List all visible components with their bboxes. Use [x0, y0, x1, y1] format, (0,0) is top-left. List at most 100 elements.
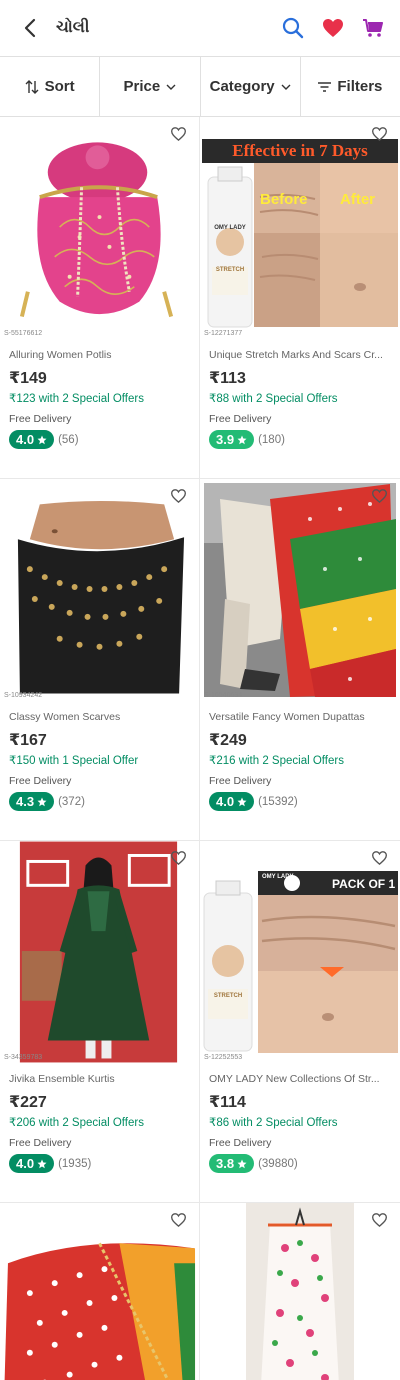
bottle-label: STRETCH — [213, 993, 243, 999]
special-offer: ₹216 with 2 Special Offers — [209, 755, 344, 767]
brand-logo-label: OMY LADY — [262, 874, 294, 880]
product-image: S-34359783 — [0, 841, 199, 1063]
wishlist-heart-outline-icon[interactable] — [170, 127, 187, 143]
rating-badge: 4.0 — [9, 1154, 55, 1173]
promo-banner: Effective in 7 Days — [232, 141, 368, 160]
product-card[interactable]: OMY LADY PACK OF 1 STRETCH S-12252553 OM… — [200, 841, 400, 1203]
product-price: ₹249 — [209, 732, 247, 749]
star-icon — [237, 1159, 247, 1168]
brand-label: OMY LADY — [214, 225, 246, 231]
star-icon — [37, 435, 47, 444]
product-card[interactable]: S-55176612 Alluring Women Potlis ₹149 ₹1… — [0, 117, 200, 479]
catalog-id: S-55176612 — [4, 330, 43, 337]
price-label: Price — [123, 78, 161, 95]
special-offer: ₹206 with 2 Special Offers — [9, 1117, 144, 1129]
after-label: After — [340, 191, 376, 208]
delivery-info: Free Delivery — [9, 775, 72, 787]
page-title: ચોલી — [56, 19, 90, 36]
catalog-id: S-10934242 — [4, 692, 43, 699]
product-card[interactable] — [200, 1203, 400, 1380]
special-offer: ₹150 with 1 Special Offer — [9, 755, 139, 767]
rating-value: 4.0 — [16, 1156, 35, 1171]
wishlist-heart-outline-icon[interactable] — [170, 851, 187, 867]
product-image: Effective in 7 Days Before After OMY LAD… — [200, 117, 400, 339]
product-card[interactable]: S-34359783 Jivika Ensemble Kurtis ₹227 ₹… — [0, 841, 200, 1203]
special-offer: ₹88 with 2 Special Offers — [209, 393, 338, 405]
rating-value: 4.0 — [16, 432, 35, 447]
search-icon[interactable] — [282, 17, 304, 39]
wishlist-heart-outline-icon[interactable] — [371, 1213, 388, 1229]
delivery-info: Free Delivery — [9, 413, 72, 425]
star-icon — [37, 797, 47, 806]
rating-value: 3.9 — [216, 432, 235, 447]
catalog-id: S-16540634 — [204, 692, 243, 699]
category-filter-button[interactable]: Category — [201, 57, 301, 116]
product-grid: S-55176612 Alluring Women Potlis ₹149 ₹1… — [0, 117, 400, 1380]
delivery-info: Free Delivery — [209, 413, 272, 425]
sort-arrows-icon — [25, 79, 39, 94]
bottle-label: STRETCH — [215, 267, 245, 273]
special-offer: ₹86 with 2 Special Offers — [209, 1117, 338, 1129]
product-card[interactable]: Effective in 7 Days Before After OMY LAD… — [200, 117, 400, 479]
rating-badge: 4.3 — [9, 792, 55, 811]
rating-value: 4.0 — [216, 794, 235, 809]
product-name: OMY LADY New Collections Of Str... — [209, 1073, 380, 1085]
filter-bar: Sort Price Category Filters — [0, 57, 400, 117]
product-image: S-55176612 — [0, 117, 199, 339]
filters-button[interactable]: Filters — [301, 57, 400, 116]
product-name: Unique Stretch Marks And Scars Cr... — [209, 349, 383, 361]
rating-badge: 3.9 — [209, 430, 255, 449]
before-label: Before — [260, 191, 308, 208]
product-price: ₹114 — [209, 1094, 246, 1111]
rating-badge: 3.8 — [209, 1154, 255, 1173]
wishlist-heart-outline-icon[interactable] — [371, 489, 388, 505]
wishlist-heart-outline-icon[interactable] — [371, 127, 388, 143]
product-name: Jivika Ensemble Kurtis — [9, 1073, 115, 1085]
delivery-info: Free Delivery — [209, 775, 272, 787]
top-header: ચોલી — [0, 0, 400, 57]
product-card[interactable]: S-10934242 Classy Women Scarves ₹167 ₹15… — [0, 479, 200, 841]
catalog-id: S-34359783 — [4, 1054, 43, 1061]
product-name: Classy Women Scarves — [9, 711, 121, 723]
wishlist-heart-icon[interactable] — [322, 17, 344, 39]
wishlist-heart-outline-icon[interactable] — [170, 489, 187, 505]
product-price: ₹113 — [209, 370, 246, 387]
product-price: ₹167 — [9, 732, 47, 749]
pack-label: PACK OF 1 — [332, 877, 396, 891]
back-arrow-icon[interactable] — [18, 16, 42, 40]
product-image: S-16540634 — [200, 479, 400, 701]
product-card[interactable] — [0, 1203, 200, 1380]
catalog-id: S-12271377 — [204, 330, 243, 337]
review-count: (15392) — [258, 795, 298, 808]
product-price: ₹227 — [9, 1094, 47, 1111]
sort-button[interactable]: Sort — [0, 57, 101, 116]
star-icon — [237, 797, 247, 806]
price-filter-button[interactable]: Price — [100, 57, 201, 116]
star-icon — [37, 1159, 47, 1168]
product-card[interactable]: S-16540634 Versatile Fancy Women Dupatta… — [200, 479, 400, 841]
wishlist-heart-outline-icon[interactable] — [371, 851, 388, 867]
review-count: (180) — [258, 433, 285, 446]
review-count: (56) — [58, 433, 79, 446]
product-image: S-10934242 — [0, 479, 199, 701]
product-name: Versatile Fancy Women Dupattas — [209, 711, 365, 723]
filter-lines-icon — [318, 81, 332, 92]
product-image — [0, 1203, 199, 1380]
filters-label: Filters — [337, 78, 383, 95]
sort-label: Sort — [44, 78, 75, 95]
review-count: (1935) — [58, 1157, 92, 1170]
chevron-down-icon — [166, 84, 176, 90]
wishlist-heart-outline-icon[interactable] — [170, 1213, 187, 1229]
rating-value: 4.3 — [16, 794, 35, 809]
cart-icon[interactable] — [362, 17, 384, 39]
catalog-id: S-12252553 — [204, 1054, 243, 1061]
star-icon — [237, 435, 247, 444]
product-image: OMY LADY PACK OF 1 STRETCH S-12252553 — [200, 841, 400, 1063]
review-count: (39880) — [258, 1157, 298, 1170]
delivery-info: Free Delivery — [9, 1137, 72, 1149]
chevron-down-icon — [281, 84, 291, 90]
category-label: Category — [209, 78, 275, 95]
delivery-info: Free Delivery — [209, 1137, 272, 1149]
rating-value: 3.8 — [216, 1156, 235, 1171]
review-count: (372) — [58, 795, 85, 808]
